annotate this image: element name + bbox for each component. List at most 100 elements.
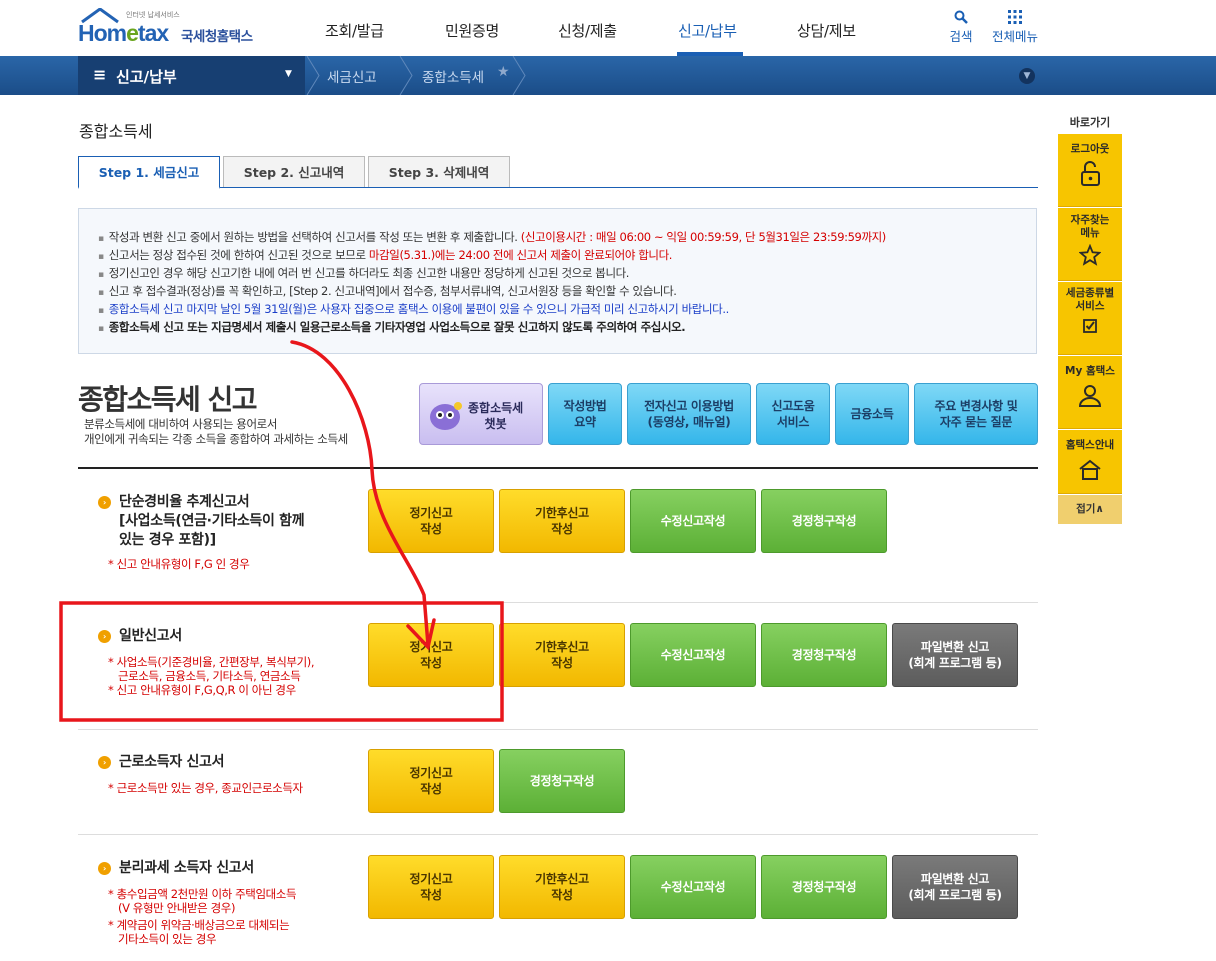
notice-line: 신고서는 정상 접수된 것에 한하여 신고된 것으로 보므로 마감일(5.31.… (98, 247, 673, 263)
section-divider (78, 729, 1038, 730)
all-menu-label: 전체메뉴 (991, 29, 1038, 44)
notice-box: 작성과 변환 신고 중에서 원하는 방법을 선택하여 신고서를 작성 또는 변환… (78, 208, 1037, 354)
bullet-arrow-icon: › (98, 862, 111, 875)
late-filing-button[interactable]: 기한후신고 작성 (499, 489, 625, 553)
main-description: 분류소득세에 대비하여 사용되는 용어로서 (84, 417, 278, 431)
user-icon (1078, 385, 1102, 408)
section-divider (78, 834, 1038, 835)
section-note: 기타소득이 있는 경우 (118, 932, 217, 946)
bullet-arrow-icon: › (98, 630, 111, 643)
notice-line: 정기신고인 경우 해당 신고기한 내에 여러 번 신고를 하더라도 최종 신고한… (98, 265, 630, 281)
quick-hometax-guide[interactable]: 홈택스안내 (1058, 430, 1122, 494)
search-icon (954, 10, 968, 24)
quick-frequent-menu[interactable]: 자주찾는 메뉴 (1058, 208, 1122, 281)
section-divider (78, 602, 1038, 603)
tab-underline (78, 187, 1038, 188)
regular-filing-button[interactable]: 정기신고 작성 (368, 623, 494, 687)
correction-claim-button[interactable]: 경정청구작성 (761, 623, 887, 687)
house-guide-icon (1079, 459, 1101, 481)
all-menu-button[interactable]: 전체메뉴 (987, 10, 1043, 45)
breadcrumb-separator-icon (399, 56, 413, 95)
quick-menu-title: 바로가기 (1069, 116, 1111, 129)
section-note: 근로소득, 금융소득, 기타소득, 연금소득 (118, 669, 301, 683)
correction-claim-button[interactable]: 경정청구작성 (499, 749, 625, 813)
correction-claim-button[interactable]: 경정청구작성 (761, 489, 887, 553)
search-button[interactable]: 검색 (936, 10, 986, 45)
financial-income-button[interactable]: 금융소득 (835, 383, 909, 445)
checkbox-icon (1083, 319, 1097, 334)
section-note: * 총수입금액 2천만원 이하 주택임대소득 (108, 887, 297, 901)
notice-line: 신고 후 접수결과(정상)를 꼭 확인하고, [Step 2. 신고내역]에서 … (98, 283, 677, 299)
faq-changes-button[interactable]: 주요 변경사항 및 자주 묻는 질문 (914, 383, 1038, 445)
favorite-star-icon[interactable]: ★ (497, 64, 510, 80)
guide-summary-button[interactable]: 작성방법 요약 (548, 383, 622, 445)
padlock-icon (1081, 161, 1100, 187)
notice-line: 종합소득세 신고 마지막 날인 5월 31일(월)은 사용자 집중으로 홈택스 … (98, 301, 730, 317)
section-divider (78, 467, 1038, 469)
breadcrumb-tax-filing[interactable]: 세금신고 (327, 66, 377, 86)
main-heading: 종합소득세 신고 (78, 383, 258, 416)
notice-line: 작성과 변환 신고 중에서 원하는 방법을 선택하여 신고서를 작성 또는 변환… (98, 229, 887, 245)
logo-brand: Hometax (78, 20, 169, 46)
regular-filing-button[interactable]: 정기신고 작성 (368, 489, 494, 553)
star-icon (1079, 244, 1101, 266)
bullet-arrow-icon: › (98, 756, 111, 769)
menu-selector-label: 신고/납부 (116, 68, 177, 86)
chatbot-button[interactable]: 종합소득세 챗봇 (419, 383, 543, 445)
file-conversion-filing-button[interactable]: 파일변환 신고 (회계 프로그램 등) (892, 855, 1018, 919)
section-note: (V 유형만 안내받은 경우) (118, 901, 236, 915)
e-filing-howto-button[interactable]: 전자신고 이용방법 (동영상, 매뉴얼) (627, 383, 751, 445)
section-note: * 신고 안내유형이 F,G,Q,R 이 아닌 경우 (108, 683, 296, 697)
breadcrumb-global-income-tax[interactable]: 종합소득세 (422, 66, 484, 86)
section-title-earned-income: › 근로소득자 신고서 (98, 753, 225, 772)
quick-menu-collapse[interactable]: 접기∧ (1058, 495, 1122, 524)
section-note: * 근로소득만 있는 경우, 종교인근로소득자 (108, 781, 303, 795)
nav-filing-payment[interactable]: 신고/납부 (678, 20, 737, 41)
quick-logout[interactable]: 로그아웃 (1058, 134, 1122, 207)
page-title: 종합소득세 (79, 122, 153, 141)
grid-menu-icon (1008, 10, 1022, 24)
annotation-overlay (59, 340, 504, 722)
regular-filing-button[interactable]: 정기신고 작성 (368, 855, 494, 919)
menu-selector[interactable]: ≡ 신고/납부 ▼ (78, 56, 305, 95)
amended-filing-button[interactable]: 수정신고작성 (630, 623, 756, 687)
dropdown-arrow-icon: ▼ (285, 69, 292, 79)
nav-consult-report[interactable]: 상담/제보 (797, 20, 856, 41)
regular-filing-button[interactable]: 정기신고 작성 (368, 749, 494, 813)
chatbot-label: 종합소득세 챗봇 (468, 401, 524, 432)
notice-line: 종합소득세 신고 또는 지급명세서 제출시 일용근로소득을 기타자영업 사업소득… (98, 319, 686, 335)
quick-service-by-tax[interactable]: 세금종류별 서비스 (1058, 282, 1122, 355)
tab-step3-deleted[interactable]: Step 3. 삭제내역 (368, 156, 510, 188)
late-filing-button[interactable]: 기한후신고 작성 (499, 855, 625, 919)
section-note: * 신고 안내유형이 F,G 인 경우 (108, 557, 250, 571)
nav-application[interactable]: 신청/제출 (558, 20, 617, 41)
late-filing-button[interactable]: 기한후신고 작성 (499, 623, 625, 687)
quick-my-hometax[interactable]: My 홈택스 (1058, 356, 1122, 429)
main-description: 개인에게 귀속되는 각종 소득을 종합하여 과세하는 소득세 (84, 432, 348, 446)
nav-certificates[interactable]: 민원증명 (445, 20, 499, 41)
logo-korean-name: 국세청홈택스 (181, 29, 253, 45)
section-title-simple-expense: › 단순경비율 추계신고서 [사업소득(연금·기타소득이 함께 있는 경우 포함)] (98, 493, 305, 550)
hometax-logo[interactable]: 인터넷 납세서비스 Hometax 국세청홈택스 (78, 8, 268, 48)
hamburger-icon: ≡ (93, 65, 107, 84)
filing-help-service-button[interactable]: 신고도움 서비스 (756, 383, 830, 445)
tab-step2-history[interactable]: Step 2. 신고내역 (223, 156, 365, 188)
chatbot-character-icon (430, 402, 462, 430)
search-label: 검색 (949, 29, 973, 44)
top-header: 인터넷 납세서비스 Hometax 국세청홈택스 조회/발급 민원증명 신청/제… (0, 0, 1216, 56)
file-conversion-filing-button[interactable]: 파일변환 신고 (회계 프로그램 등) (892, 623, 1018, 687)
logo-tagline: 인터넷 납세서비스 (126, 11, 180, 19)
section-title-separate-taxation: › 분리과세 소득자 신고서 (98, 859, 254, 878)
quick-menu: 바로가기 로그아웃 자주찾는 메뉴 세금종류별 서비스 My 홈택스 홈택스안내 접… (1058, 113, 1122, 524)
nav-inquiry[interactable]: 조회/발급 (325, 20, 384, 41)
correction-claim-button[interactable]: 경정청구작성 (761, 855, 887, 919)
breadcrumb-separator-icon (306, 56, 320, 95)
tab-step1-filing[interactable]: Step 1. 세금신고 (78, 156, 220, 189)
breadcrumb-separator-icon (512, 56, 526, 95)
bullet-arrow-icon: › (98, 496, 111, 509)
section-note: * 계약금이 위약금·배상금으로 대체되는 (108, 918, 290, 932)
section-title-general: › 일반신고서 (98, 627, 182, 646)
amended-filing-button[interactable]: 수정신고작성 (630, 489, 756, 553)
expand-chevron-icon[interactable]: ▼ (1019, 68, 1035, 84)
amended-filing-button[interactable]: 수정신고작성 (630, 855, 756, 919)
